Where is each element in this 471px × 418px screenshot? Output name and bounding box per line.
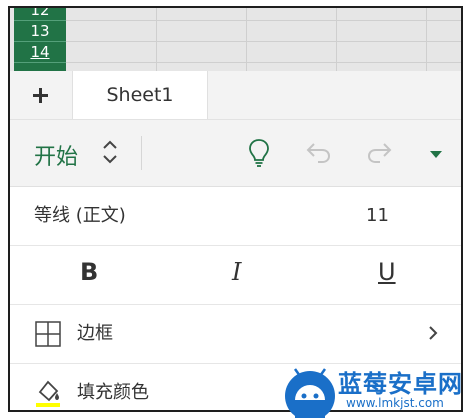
sheet-tab-sheet1[interactable]: Sheet1 — [72, 71, 208, 119]
bold-button[interactable]: B — [80, 258, 98, 286]
grid-line — [66, 41, 461, 42]
dropdown-caret-icon[interactable] — [429, 150, 443, 159]
sheet-tab-bar: Sheet1 — [10, 71, 461, 120]
ribbon-tab-home[interactable]: 开始 — [34, 139, 78, 171]
row-header-13[interactable]: 13 — [14, 21, 66, 42]
watermark-url: www.lmkjst.com — [346, 396, 444, 410]
fill-color-label: 填充颜色 — [77, 382, 149, 403]
sheet-grid[interactable]: 12 13 14 — [10, 8, 461, 71]
format-row: B I U — [10, 246, 461, 305]
borders-icon — [35, 321, 61, 347]
excel-mobile-window: 12 13 14 Sheet1 开始 等线 (正文) 11 B I U 边框 填… — [8, 6, 463, 412]
underline-button[interactable]: U — [378, 258, 396, 286]
borders-label: 边框 — [77, 323, 113, 344]
italic-button[interactable]: I — [232, 258, 241, 286]
font-row[interactable]: 等线 (正文) 11 — [10, 187, 461, 246]
toolbar-divider — [141, 136, 142, 170]
font-name-selector[interactable]: 等线 (正文) — [34, 187, 126, 245]
chevron-up-down-icon[interactable] — [100, 136, 120, 168]
row-header-column: 12 13 14 — [14, 8, 66, 71]
lightbulb-icon[interactable] — [248, 138, 270, 168]
grid-line — [66, 20, 461, 21]
watermark-title: 蓝莓安卓网 — [338, 370, 463, 398]
grid-line — [66, 62, 461, 63]
redo-icon[interactable] — [366, 142, 392, 164]
font-size-selector[interactable]: 11 — [366, 187, 389, 245]
ribbon-toolbar: 开始 — [10, 120, 461, 187]
chevron-right-icon — [429, 326, 438, 340]
row-header-14[interactable]: 14 — [14, 42, 66, 63]
undo-icon[interactable] — [306, 142, 332, 164]
plus-icon[interactable] — [26, 81, 56, 111]
row-header-12[interactable]: 12 — [14, 8, 66, 21]
borders-row[interactable]: 边框 — [10, 305, 461, 364]
paint-bucket-icon — [36, 380, 60, 407]
